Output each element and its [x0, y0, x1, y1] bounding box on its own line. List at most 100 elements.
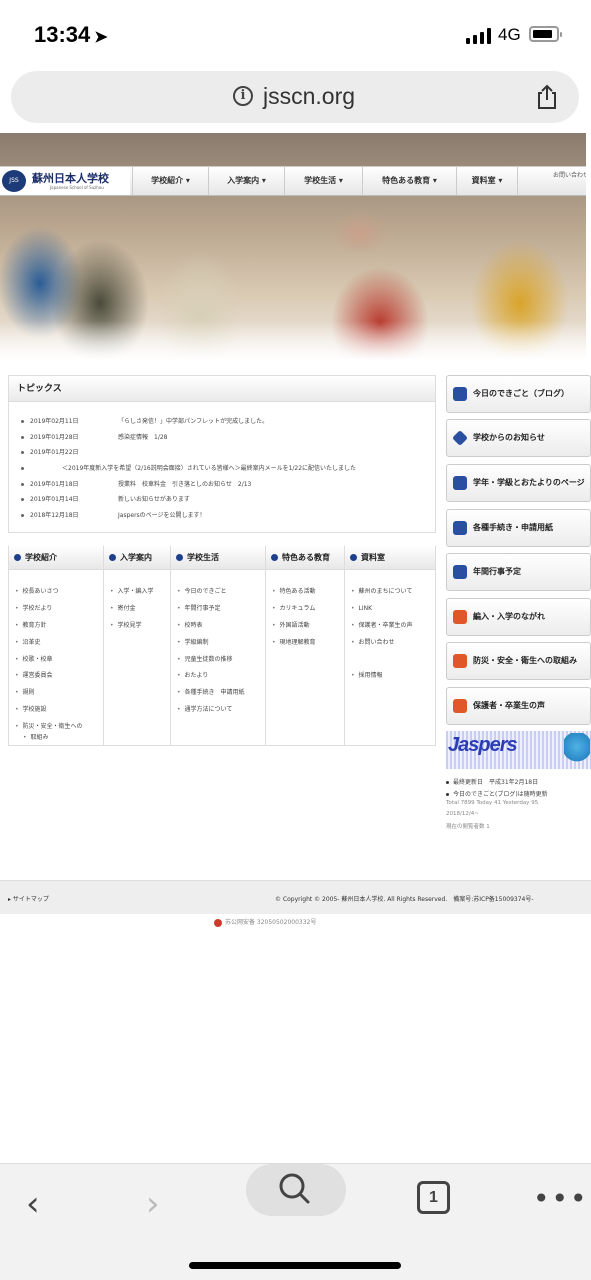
- menu-item[interactable]: 外国語活動: [272, 620, 310, 631]
- menu-item[interactable]: 学校見学: [110, 620, 142, 631]
- search-button[interactable]: [246, 1164, 346, 1216]
- menu-item[interactable]: お問い合わせ: [351, 637, 395, 648]
- signal-icon: [466, 28, 492, 44]
- time-text: 13:34: [34, 22, 91, 47]
- topic-row[interactable]: 2019年01月18日 授業料 校車料金 引き落としのお知らせ 2/13: [21, 479, 251, 488]
- bullet-icon: [176, 554, 183, 561]
- battery-icon: [529, 26, 562, 42]
- logo-subtitle: Japanese School of Suzhou: [50, 185, 104, 190]
- topics-panel: トピックス 2019年02月11日 「らしさ発信！」中学部パンフレットが完成しまし…: [8, 375, 436, 533]
- menu-item[interactable]: 保護者・卒業生の声: [351, 620, 413, 631]
- topic-row[interactable]: 2019年01月22日: [21, 447, 118, 456]
- side-button-blog[interactable]: 今日のできごと（ブログ）: [446, 375, 591, 413]
- network-type: 4G: [498, 25, 521, 44]
- current-viewers: 現在の閲覧者数 1: [446, 824, 490, 830]
- tabs-button[interactable]: 1: [417, 1181, 450, 1214]
- menu-item[interactable]: 採用情報: [351, 670, 383, 681]
- site-footer: ▸ サイトマップ © Copyright © 2005- 蘇州日本人学校. Al…: [0, 880, 591, 914]
- side-button-calendar[interactable]: 年間行事予定: [446, 553, 591, 591]
- clipboard-icon: [453, 654, 467, 668]
- menu-item[interactable]: 教育方針: [15, 620, 47, 631]
- calendar-icon: [453, 565, 467, 579]
- menu-item[interactable]: 規則: [15, 687, 35, 698]
- topic-row[interactable]: 2018年12月18日 Jaspersのページを公開します！: [21, 510, 206, 519]
- menu-item[interactable]: 年間行事予定: [177, 603, 221, 614]
- sitemap-link[interactable]: ▸ サイトマップ: [8, 894, 49, 903]
- nav-contact[interactable]: お問い合わせ: [553, 170, 586, 179]
- police-badge-icon: [214, 918, 222, 927]
- more-icon[interactable]: •••: [533, 1182, 589, 1215]
- menu-item[interactable]: 寄付金: [110, 603, 136, 614]
- jaspers-banner[interactable]: Jaspers: [446, 731, 591, 769]
- icp-record[interactable]: 苏公网安备 32050502000332号: [214, 917, 316, 927]
- screen: 13:34 ➤ 4G i jsscn.org JSS 蘇州日本人学校 Japane…: [0, 0, 591, 1280]
- nav-admission[interactable]: 入学案内 ▾: [208, 167, 284, 195]
- menu-item[interactable]: カリキュラム: [272, 603, 316, 614]
- menu-item[interactable]: 入学・編入学: [110, 586, 154, 597]
- url-text[interactable]: jsscn.org: [263, 83, 355, 110]
- menu-heading: 学校生活: [187, 553, 219, 562]
- menu-item[interactable]: 校歌・校章: [15, 654, 53, 665]
- menu-item[interactable]: 校長あいさつ: [15, 586, 59, 597]
- menu-item[interactable]: 学校だより: [15, 603, 53, 614]
- menu-item[interactable]: 今日のできごと: [177, 586, 227, 597]
- forward-icon[interactable]: ›: [146, 1184, 160, 1224]
- menu-item[interactable]: おたより: [177, 670, 209, 681]
- menu-heading: 入学案内: [120, 553, 152, 562]
- menu-item[interactable]: 防災・安全・衛生への: [15, 721, 83, 732]
- status-bar: 13:34 ➤ 4G: [0, 0, 591, 70]
- side-button-notices[interactable]: 学校からのお知らせ: [446, 419, 591, 457]
- share-icon[interactable]: [536, 84, 558, 110]
- menu-item[interactable]: 学校施設: [15, 704, 47, 715]
- speech-bubble-icon: [453, 387, 467, 401]
- menu-item[interactable]: 沿革史: [15, 637, 41, 648]
- menu-item[interactable]: 校時表: [177, 620, 203, 631]
- nav-archive[interactable]: 資料室 ▾: [456, 167, 518, 195]
- menu-item[interactable]: 学級編制: [177, 637, 209, 648]
- clock: 13:34 ➤: [34, 22, 108, 48]
- menu-item[interactable]: 蘇州のまちについて: [351, 586, 413, 597]
- nav-education[interactable]: 特色ある教育 ▾: [362, 167, 456, 195]
- side-button-forms[interactable]: 各種手続き・申請用紙: [446, 509, 591, 547]
- home-indicator[interactable]: [189, 1262, 401, 1269]
- school-logo[interactable]: JSS 蘇州日本人学校 Japanese School of Suzhou: [0, 167, 130, 195]
- side-button-safety[interactable]: 防災・安全・衛生への取組み: [446, 642, 591, 680]
- school-emblem-icon: JSS: [2, 170, 26, 192]
- bullet-icon: [350, 554, 357, 561]
- jaspers-logo-text: Jaspers: [448, 734, 518, 756]
- location-arrow-icon: ➤: [94, 29, 108, 46]
- menu-item-continued[interactable]: 取組み: [23, 732, 49, 743]
- menu-item[interactable]: 各種手続き 申請用紙: [177, 687, 245, 698]
- back-icon[interactable]: ‹: [26, 1184, 40, 1224]
- copyright: © Copyright © 2005- 蘇州日本人学校. All Rights …: [275, 896, 534, 903]
- topic-row-continued[interactable]: ＜2019年度新入学を希望（2/16説明会面接）されている皆様へ＞最終案内メール…: [21, 463, 356, 472]
- menu-item[interactable]: LINK: [351, 603, 373, 614]
- menu-col-admission: 入学案内 入学・編入学 寄付金 学校見学: [104, 546, 171, 746]
- last-updated: 最終更新日 平成31年2月18日: [446, 777, 538, 786]
- address-bar[interactable]: i jsscn.org: [11, 71, 579, 123]
- side-button-enrollment[interactable]: 編入・入学のながれ: [446, 598, 591, 636]
- side-button-grade-pages[interactable]: 学年・学級とおたよりのページ: [446, 464, 591, 502]
- tag-icon: [452, 430, 468, 446]
- menu-item[interactable]: 現地理解教育: [272, 637, 316, 648]
- site-nav: JSS 蘇州日本人学校 Japanese School of Suzhou 学校…: [0, 166, 586, 196]
- menu-item[interactable]: 運営委員会: [15, 670, 53, 681]
- topic-row[interactable]: 2019年01月14日 新しいお知らせがあります: [21, 494, 190, 503]
- menu-item[interactable]: 児童生徒数の推移: [177, 654, 233, 665]
- bullet-icon: [14, 554, 21, 561]
- menu-heading: 特色ある教育: [282, 553, 330, 562]
- blog-update-note: 今日のできごと(ブログ)は随時更新: [446, 789, 548, 798]
- topic-row[interactable]: 2019年02月11日 「らしさ発信！」中学部パンフレットが完成しました。: [21, 416, 268, 425]
- bullet-icon: [271, 554, 278, 561]
- visit-counter: Total 7899 Today 41 Yesterday 95: [446, 800, 539, 806]
- topic-row[interactable]: 2019年01月28日 感染症情報 1/28: [21, 432, 167, 441]
- menu-heading: 資料室: [361, 553, 385, 562]
- counter-since: 2018/12/4~: [446, 811, 479, 817]
- logo-name: 蘇州日本人学校: [32, 172, 109, 185]
- menu-item[interactable]: 通学方法について: [177, 704, 233, 715]
- nav-school-life[interactable]: 学校生活 ▾: [284, 167, 362, 195]
- nav-school-intro[interactable]: 学校紹介 ▾: [132, 167, 208, 195]
- side-button-voices[interactable]: 保護者・卒業生の声: [446, 687, 591, 725]
- info-icon[interactable]: i: [233, 86, 253, 106]
- menu-item[interactable]: 特色ある活動: [272, 586, 316, 597]
